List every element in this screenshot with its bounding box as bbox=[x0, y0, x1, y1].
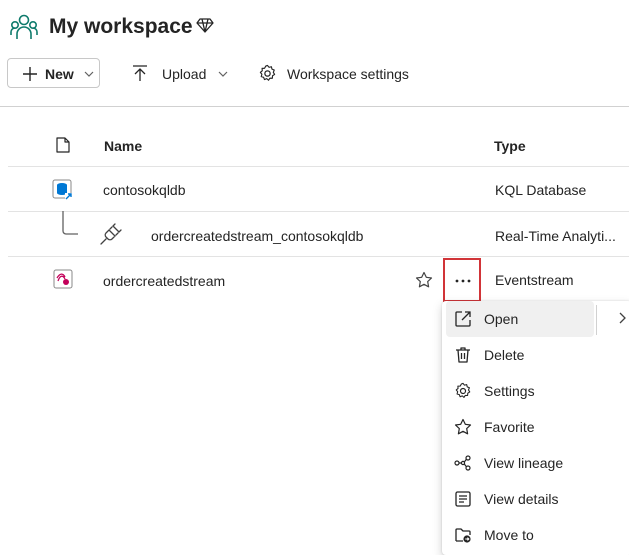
new-button[interactable]: New bbox=[7, 58, 100, 88]
gear-icon[interactable] bbox=[258, 64, 277, 83]
page-title: My workspace bbox=[49, 15, 193, 38]
star-icon[interactable] bbox=[415, 271, 433, 289]
chevron-right-icon[interactable] bbox=[617, 311, 627, 325]
chevron-down-icon bbox=[84, 71, 94, 77]
workspace-icon bbox=[10, 14, 38, 39]
column-header-name[interactable]: Name bbox=[104, 138, 142, 154]
ellipsis-icon bbox=[455, 279, 471, 283]
menu-item-view-details[interactable]: View details bbox=[446, 481, 596, 517]
premium-diamond-icon[interactable] bbox=[196, 16, 214, 34]
toolbar-divider bbox=[0, 106, 629, 107]
menu-item-settings[interactable]: Settings bbox=[446, 373, 596, 409]
item-name-link[interactable]: contosokqldb bbox=[103, 182, 186, 198]
more-options-button[interactable] bbox=[443, 258, 481, 302]
upload-button[interactable]: Upload bbox=[162, 66, 206, 82]
menu-item-favorite[interactable]: Favorite bbox=[446, 409, 596, 445]
menu-item-label: Open bbox=[484, 311, 519, 327]
split-divider bbox=[596, 305, 597, 335]
row-divider bbox=[8, 211, 629, 212]
upload-icon[interactable] bbox=[131, 64, 149, 82]
item-name-link[interactable]: ordercreatedstream bbox=[103, 273, 225, 289]
tree-connector bbox=[62, 211, 78, 235]
gear-icon bbox=[455, 382, 471, 398]
open-external-icon bbox=[455, 311, 471, 327]
kql-database-icon bbox=[52, 179, 73, 200]
eventstream-icon bbox=[53, 269, 73, 289]
menu-item-label: View lineage bbox=[484, 455, 564, 471]
row-divider bbox=[8, 256, 629, 257]
column-header-type[interactable]: Type bbox=[494, 138, 526, 154]
chevron-down-icon[interactable] bbox=[218, 69, 228, 79]
menu-item-label: Settings bbox=[484, 383, 535, 399]
menu-item-label: Delete bbox=[484, 347, 525, 363]
menu-item-label: View details bbox=[484, 491, 559, 507]
details-icon bbox=[455, 491, 471, 507]
new-button-label: New bbox=[45, 66, 74, 82]
menu-item-view-lineage[interactable]: View lineage bbox=[446, 445, 596, 481]
menu-item-delete[interactable]: Delete bbox=[446, 337, 596, 373]
star-icon bbox=[454, 418, 472, 435]
file-type-icon bbox=[56, 137, 70, 153]
plug-icon bbox=[100, 223, 122, 245]
row-divider bbox=[8, 166, 629, 167]
workspace-settings-button[interactable]: Workspace settings bbox=[287, 66, 409, 82]
item-type: Real-Time Analyti... bbox=[495, 228, 616, 244]
menu-item-label: Move to bbox=[484, 527, 534, 543]
plus-icon bbox=[23, 67, 37, 81]
item-name-link[interactable]: ordercreatedstream_contosokqldb bbox=[151, 228, 363, 244]
item-type: KQL Database bbox=[495, 182, 587, 198]
menu-item-open[interactable]: Open bbox=[446, 301, 594, 337]
move-to-folder-icon bbox=[455, 528, 471, 543]
lineage-icon bbox=[454, 455, 471, 471]
context-menu: Open Delete Settings Favorite View linea… bbox=[442, 301, 629, 555]
menu-item-label: Favorite bbox=[484, 419, 535, 435]
menu-item-move-to[interactable]: Move to bbox=[446, 517, 596, 553]
item-type: Eventstream bbox=[495, 272, 574, 288]
trash-icon bbox=[456, 347, 470, 363]
